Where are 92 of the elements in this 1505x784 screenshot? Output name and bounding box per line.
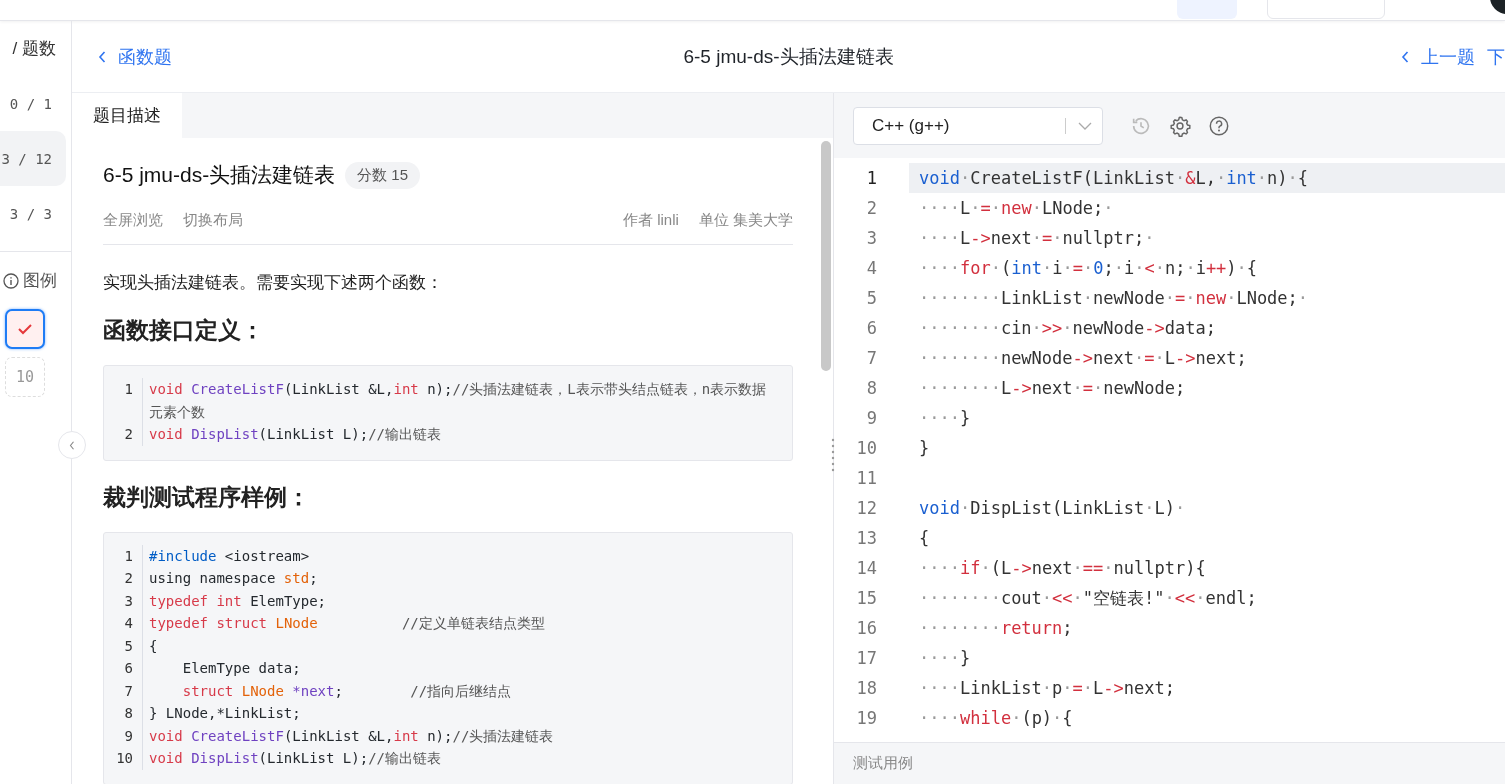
code-line: { <box>148 636 159 656</box>
code-line: ········return; <box>918 617 1074 640</box>
line-number: 5 <box>104 634 143 657</box>
line-number: 19 <box>855 708 877 728</box>
code-line: void CreateListF(LinkList &L,int n);//头插法建链表 <box>148 726 555 746</box>
line-number: 17 <box>855 648 877 668</box>
info-icon <box>3 272 19 289</box>
toolbar-link[interactable]: 切换布局 <box>183 211 243 230</box>
line-number: 4 <box>865 258 877 278</box>
line-number: 3 <box>104 589 143 612</box>
code-line: ········cin·>>·newNode->data; <box>918 317 1217 340</box>
author-info: 作者 linli <box>623 211 679 230</box>
score-tag: 分数 15 <box>345 161 421 189</box>
line-number: 18 <box>855 678 877 698</box>
unit-info: 单位 集美大学 <box>698 211 793 230</box>
line-number: 6 <box>865 318 877 338</box>
code-line: struct LNode *next; //指向后继结点 <box>181 681 513 701</box>
section-heading: 裁判测试程序样例： <box>103 482 311 512</box>
code-line: ElemType data; <box>181 659 302 678</box>
toolbar-link[interactable]: 全屏浏览 <box>103 211 163 230</box>
chevron-left-icon <box>1401 50 1409 63</box>
check-icon <box>17 323 33 335</box>
line-number: 8 <box>104 702 143 725</box>
page-title: 6-5 jmu-ds-头插法建链表 <box>683 44 894 69</box>
next-link[interactable]: 下 <box>1487 44 1505 69</box>
back-link[interactable]: 函数题 <box>98 44 172 69</box>
line-number: 2 <box>865 198 877 218</box>
line-number: 9 <box>865 408 877 428</box>
help-icon[interactable] <box>1208 114 1230 137</box>
code-line: using namespace std; <box>148 569 319 588</box>
line-number: 2 <box>104 567 143 590</box>
question-group-item[interactable]: 3 / 12 <box>0 131 66 186</box>
description-tab[interactable]: 题目描述 <box>72 93 182 138</box>
line-number: 16 <box>855 618 877 638</box>
code-line: typedef struct LNode //定义单链表结点类型 <box>148 614 546 633</box>
line-number: 10 <box>104 747 143 770</box>
line-number: 13 <box>855 528 877 548</box>
line-number: 1 <box>865 168 877 188</box>
legend-label: 图例 <box>23 270 57 292</box>
code-line: typedef int ElemType; <box>148 591 328 611</box>
line-number: 11 <box>855 468 877 488</box>
question-group-item[interactable]: 0 / 1 <box>0 76 66 131</box>
code-line: void·DispList(LinkList·L)· <box>918 497 1187 520</box>
code-line: ····} <box>918 647 972 670</box>
legend-item[interactable] <box>5 309 45 349</box>
line-number: 1 <box>104 378 143 423</box>
line-number: 5 <box>865 288 877 308</box>
line-number: 3 <box>865 228 877 248</box>
section-heading: 函数接口定义： <box>103 316 265 345</box>
line-number: 7 <box>865 348 877 368</box>
code-line: ····if·(L->next·==·nullptr){ <box>918 557 1207 580</box>
legend-item[interactable]: 10 <box>5 357 45 397</box>
code-line: void CreateListF(LinkList &L,int n);//头插法建链表，L表示带头结点链表，n表示数据元素个数 <box>148 380 768 422</box>
test-case-panel-label[interactable]: 测试用例 <box>834 742 1505 784</box>
line-number: 15 <box>855 588 877 608</box>
code-line: } <box>918 437 931 460</box>
question-group-item[interactable]: 3 / 3 <box>0 186 66 241</box>
code-line: ····while·(p)·{ <box>918 707 1074 730</box>
code-line: ····LinkList·p·=·L->next; <box>918 677 1176 700</box>
language-select[interactable]: C++ (g++) <box>853 106 1103 145</box>
sidebar-header: / 题数 <box>11 38 57 60</box>
code-line: void DispList(LinkList L);//输出链表 <box>148 425 442 444</box>
line-number: 8 <box>865 378 877 398</box>
chevron-down-icon <box>1078 121 1092 130</box>
code-line: ····L·=·new·LNode;· <box>918 197 1115 220</box>
code-line: ········LinkList·newNode·=·new·LNode;· <box>918 287 1310 310</box>
problem-title: 6-5 jmu-ds-头插法建链表 <box>103 162 336 188</box>
code-line: ····L->next·=·nullptr;· <box>918 227 1156 250</box>
line-number: 14 <box>855 558 877 578</box>
line-number: 1 <box>104 544 143 567</box>
code-line: { <box>918 527 931 550</box>
line-number: 2 <box>104 423 143 446</box>
previous-link[interactable]: 上一题 <box>1401 44 1475 69</box>
chevron-left-icon <box>69 440 75 450</box>
settings-icon[interactable] <box>1169 114 1191 137</box>
intro-text: 实现头插法建链表。需要实现下述两个函数： <box>103 272 444 294</box>
code-line: #include <iostream> <box>148 546 311 566</box>
line-number: 10 <box>855 438 877 458</box>
line-number: 12 <box>855 498 877 518</box>
code-line: ····for·(int·i·=·0;·i·<·n;·i++)·{ <box>918 257 1259 280</box>
code-line: void DispList(LinkList L);//输出链表 <box>148 749 442 768</box>
line-number: 4 <box>104 612 143 635</box>
chevron-left-icon <box>98 50 106 63</box>
code-line: } LNode,*LinkList; <box>148 704 302 723</box>
code-line: ········cout·<<·"空链表!"·<<·endl; <box>918 586 1258 610</box>
line-number: 9 <box>104 724 143 747</box>
line-number: 6 <box>104 657 143 680</box>
code-line: ········L->next·=·newNode; <box>918 377 1187 400</box>
code-line: ········newNode->next·=·L->next; <box>918 347 1248 370</box>
code-line: ····} <box>918 407 972 430</box>
line-number: 7 <box>104 679 143 702</box>
scrollbar-thumb[interactable] <box>821 141 831 371</box>
